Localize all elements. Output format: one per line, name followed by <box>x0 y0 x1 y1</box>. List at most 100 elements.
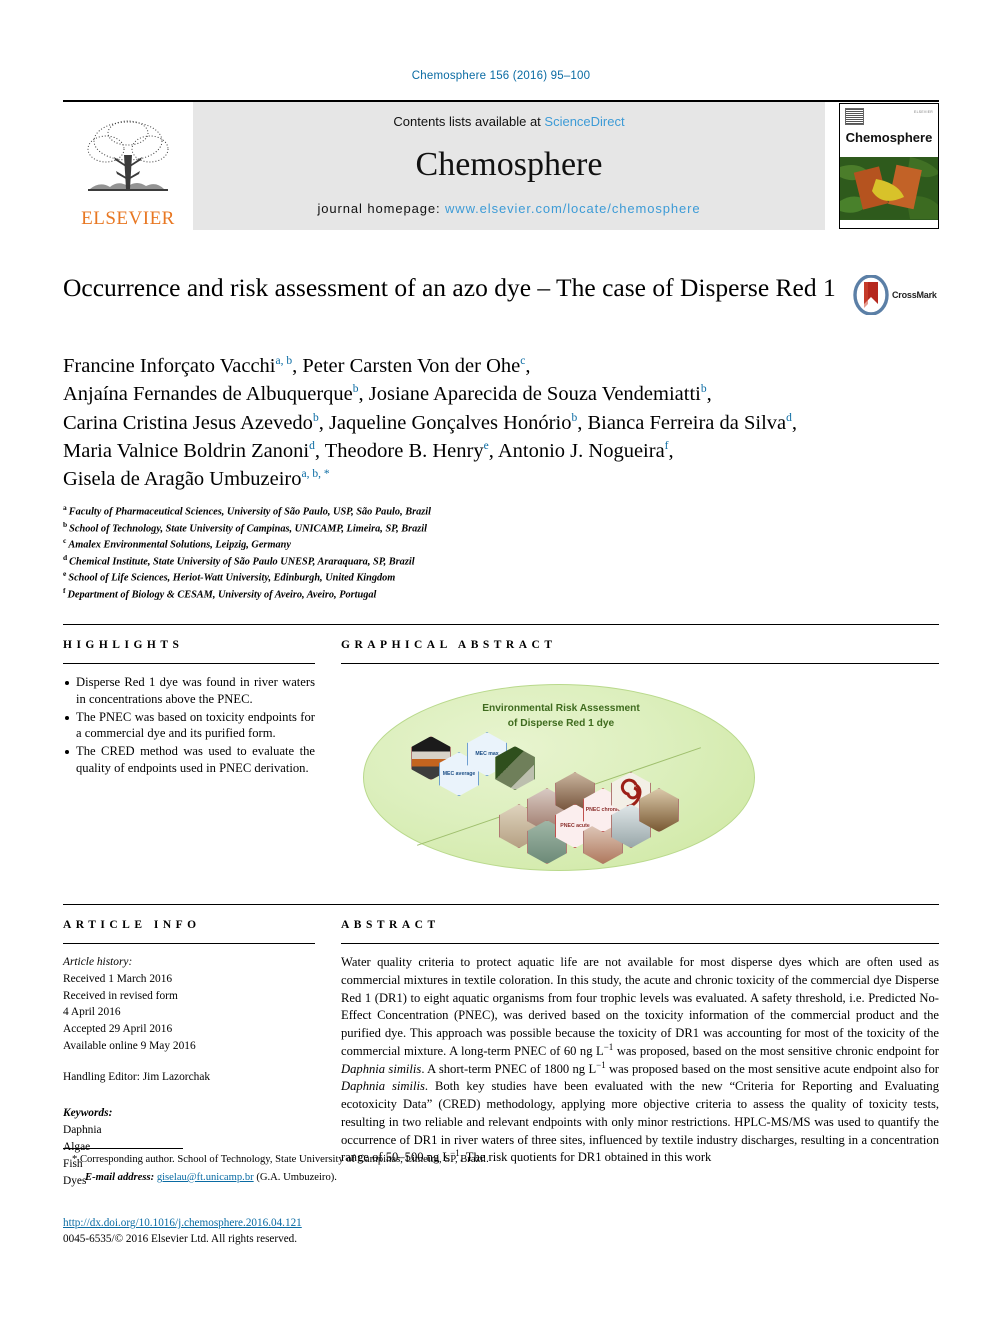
email-line: E-mail address: giselau@ft.unicamp.br (G… <box>63 1170 493 1186</box>
crossmark-label: CrossMark <box>892 290 937 300</box>
abstract-rule <box>341 943 939 945</box>
elsevier-tree-icon <box>87 120 169 191</box>
history-item: Received 1 March 2016 <box>63 972 173 985</box>
graphical-abstract-column: GRAPHICAL ABSTRACT Environmental Risk As… <box>341 639 939 882</box>
affiliation-text: School of Technology, State University o… <box>69 523 428 535</box>
graphical-abstract-rule <box>341 663 939 665</box>
author-line: Anjaína Fernandes de Albuquerqueb, Josia… <box>63 383 712 406</box>
affiliation-mark: f <box>63 585 66 595</box>
hex-label: PNEC acute <box>560 822 590 829</box>
abstract-part-4: was proposed based on the most sensitive… <box>605 1061 939 1076</box>
sciencedirect-link[interactable]: ScienceDirect <box>544 114 624 129</box>
page-title: Occurrence and risk assessment of an azo… <box>63 273 836 302</box>
affiliation-text: Department of Biology & CESAM, Universit… <box>67 589 377 601</box>
journal-masthead: ELSEVIER Contents lists available at Sci… <box>63 100 939 230</box>
author-name: Francine Inforçato Vacchi <box>63 355 276 377</box>
author-name: Antonio J. Nogueira <box>497 439 665 462</box>
info-abstract-band: ARTICLE INFO Article history: Received 1… <box>63 904 939 1189</box>
species-name-1: Daphnia similis <box>341 1061 422 1076</box>
hex-label: MEC average <box>442 770 476 777</box>
elsevier-logo: ELSEVIER <box>63 102 193 230</box>
graphical-abstract-heading: GRAPHICAL ABSTRACT <box>341 639 557 652</box>
affiliation-list: a Faculty of Pharmaceutical Sciences, Uni… <box>63 503 939 602</box>
author-name: Maria Valnice Boldrin Zanoni <box>63 439 310 462</box>
homepage-prefix: journal homepage: <box>317 201 445 216</box>
affiliation-item: c Amalex Environmental Solutions, Leipzig… <box>63 536 939 552</box>
list-item: The CRED method was used to evaluate the… <box>63 743 315 776</box>
article-history: Article history: Received 1 March 2016 R… <box>63 954 315 1085</box>
affiliation-text: Faculty of Pharmaceutical Sciences, Univ… <box>68 506 431 518</box>
affiliation-item: f Department of Biology & CESAM, Universi… <box>63 586 939 602</box>
author-name: Bianca Ferreira da Silva <box>587 411 787 434</box>
affiliation-item: a Faculty of Pharmaceutical Sciences, Uni… <box>63 503 939 519</box>
author-name: Peter Carsten Von der Ohe <box>302 355 521 377</box>
graphical-abstract-figure: Environmental Risk Assessment of Dispers… <box>341 674 939 882</box>
article-info-rule <box>63 943 315 945</box>
doi-link[interactable]: http://dx.doi.org/10.1016/j.chemosphere.… <box>63 1217 302 1229</box>
homepage-url-link[interactable]: www.elsevier.com/locate/chemosphere <box>445 201 701 216</box>
abstract-text: Water quality criteria to protect aquati… <box>341 954 939 1167</box>
author-name: Carina Cristina Jesus Azevedo <box>63 411 313 434</box>
cover-journal-title: Chemosphere <box>845 130 933 145</box>
highlights-column: HIGHLIGHTS Disperse Red 1 dye was found … <box>63 639 315 882</box>
history-item: Available online 9 May 2016 <box>63 1039 196 1052</box>
affiliation-mark: a <box>63 503 67 513</box>
contents-lists-line: Contents lists available at ScienceDirec… <box>393 114 624 129</box>
ga-title-line-2: of Disperse Red 1 dye <box>507 717 615 729</box>
author-line: Francine Inforçato Vacchia, b, Peter Car… <box>63 355 531 377</box>
email-label: E-mail address: <box>85 1171 155 1183</box>
elsevier-wordmark: ELSEVIER <box>81 208 175 229</box>
author-name: Jaqueline Gonçalves Honório <box>328 411 572 434</box>
running-head: Chemosphere 156 (2016) 95–100 <box>411 70 591 82</box>
abstract-superscript-1: −1 <box>603 1041 614 1052</box>
author-affil-mark: d <box>786 411 792 424</box>
copyright-line: 0045-6535/© 2016 Elsevier Ltd. All right… <box>63 1233 298 1246</box>
email-link[interactable]: giselau@ft.unicamp.br <box>157 1172 254 1183</box>
affiliation-mark: c <box>63 536 67 546</box>
cover-artwork <box>840 156 938 220</box>
affiliation-mark: d <box>63 552 68 562</box>
author-list: Francine Inforçato Vacchia, b, Peter Car… <box>63 352 939 493</box>
corresponding-author-note: * Corresponding author. School of Techno… <box>72 1154 489 1165</box>
affiliation-text: School of Life Sciences, Heriot-Watt Uni… <box>68 572 396 584</box>
author-affil-mark: b <box>312 411 319 424</box>
abstract-superscript-2: −1 <box>596 1059 606 1070</box>
author-affil-mark: b <box>352 383 359 396</box>
article-history-label: Article history: <box>63 956 133 969</box>
author-affil-mark: b <box>700 383 707 396</box>
footnote-rule <box>63 1148 183 1149</box>
affiliation-mark: e <box>63 569 67 579</box>
ga-figure-title: Environmental Risk Assessment of Dispers… <box>401 702 721 732</box>
affiliation-mark: b <box>63 519 68 529</box>
hex-label: PNEC chronic <box>585 806 621 813</box>
author-affil-mark: a, b, * <box>301 468 330 481</box>
journal-title: Chemosphere <box>415 146 603 183</box>
author-line: Carina Cristina Jesus Azevedob, Jaquelin… <box>63 411 797 434</box>
author-name: Theodore B. Henry <box>324 439 484 462</box>
cover-top: ELSEVIER Chemosphere <box>840 104 938 157</box>
highlights-heading: HIGHLIGHTS <box>63 639 184 652</box>
history-item: 4 April 2016 <box>63 1006 121 1019</box>
affiliation-item: e School of Life Sciences, Heriot-Watt Un… <box>63 569 939 585</box>
corresponding-author-footnote: * Corresponding author. School of Techno… <box>63 1148 493 1186</box>
contents-prefix: Contents lists available at <box>393 114 545 129</box>
journal-cover-thumbnail: ELSEVIER Chemosphere <box>839 103 939 229</box>
email-owner: (G.A. Umbuzeiro). <box>256 1171 337 1183</box>
ga-title-line-1: Environmental Risk Assessment <box>482 703 640 715</box>
list-item: Disperse Red 1 dye was found in river wa… <box>63 674 315 707</box>
crossmark-badge[interactable]: CrossMark <box>853 274 939 316</box>
cover-mini-label: ELSEVIER <box>914 110 933 114</box>
title-block: Occurrence and risk assessment of an azo… <box>63 272 939 338</box>
history-item: Accepted 29 April 2016 <box>63 1023 173 1036</box>
abstract-part-6: . The risk quotients for DR1 obtained in… <box>459 1150 712 1165</box>
abstract-part-2: was proposed, based on the most sensitiv… <box>613 1043 940 1058</box>
author-name: Anjaína Fernandes de Albuquerque <box>63 383 353 406</box>
doi-copyright-block: http://dx.doi.org/10.1016/j.chemosphere.… <box>63 1216 302 1247</box>
affiliation-item: d Chemical Institute, State University of… <box>63 553 939 569</box>
article-info-heading: ARTICLE INFO <box>63 919 201 932</box>
handling-editor: Handling Editor: Jim Lazorchak <box>63 1070 211 1083</box>
cover-leaves-image <box>840 156 938 219</box>
list-item: The PNEC was based on toxicity endpoints… <box>63 709 315 742</box>
highlights-list: Disperse Red 1 dye was found in river wa… <box>63 674 315 776</box>
highlights-rule <box>63 663 315 665</box>
